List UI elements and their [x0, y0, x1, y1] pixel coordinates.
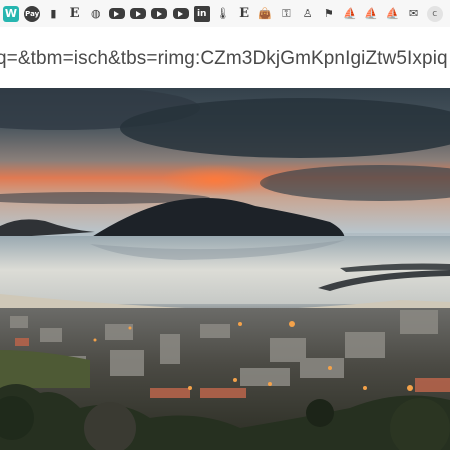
bookmark-ship-icon-2[interactable]: ⛵ [363, 6, 379, 22]
photo-scene [0, 88, 450, 450]
address-bar[interactable]: q=&tbm=isch&tbs=rimg:CZm3DkjGmKpnIgiZtw5… [0, 27, 450, 84]
bookmark-globe-icon[interactable]: ◍ [88, 6, 104, 22]
bookmark-notebook-icon[interactable]: ▮ [45, 6, 61, 22]
bookmark-thermometer-icon[interactable]: 🌡 [215, 6, 231, 22]
bookmark-w-icon[interactable]: W [3, 5, 19, 22]
bookmark-mail-icon[interactable]: ✉ [406, 6, 422, 22]
bookmark-youtube-icon-4[interactable] [172, 8, 189, 19]
bookmark-youtube-icon-1[interactable] [108, 8, 125, 19]
url-text[interactable]: q=&tbm=isch&tbs=rimg:CZm3DkjGmKpnIgiZtw5… [0, 48, 448, 70]
bookmark-youtube-icon-3[interactable] [151, 8, 168, 19]
coastal-town-sunset-photo[interactable] [0, 88, 450, 450]
bookmarks-bar: WPay▮E◍in🌡E👜⚿♙⚑⛵⛵⛵✉c⛵ [0, 0, 450, 27]
bookmark-key-icon[interactable]: ⚿ [278, 6, 294, 22]
bookmark-flag-icon[interactable]: ⚑ [321, 6, 337, 22]
bookmark-ship-icon-3[interactable]: ⛵ [384, 6, 400, 22]
bookmark-person-icon[interactable]: ♙ [300, 6, 316, 22]
bookmark-e-underline-icon[interactable]: E [236, 6, 252, 22]
bookmark-linkedin-icon[interactable]: in [193, 5, 210, 22]
bookmark-pay-icon[interactable]: Pay [24, 5, 41, 22]
bookmark-e-icon[interactable]: E [67, 6, 83, 22]
bookmark-ship-icon-1[interactable]: ⛵ [342, 6, 358, 22]
bookmark-bag-icon[interactable]: 👜 [257, 6, 273, 22]
bookmark-youtube-icon-2[interactable] [130, 8, 147, 19]
bookmark-c-icon[interactable]: c [426, 5, 443, 22]
